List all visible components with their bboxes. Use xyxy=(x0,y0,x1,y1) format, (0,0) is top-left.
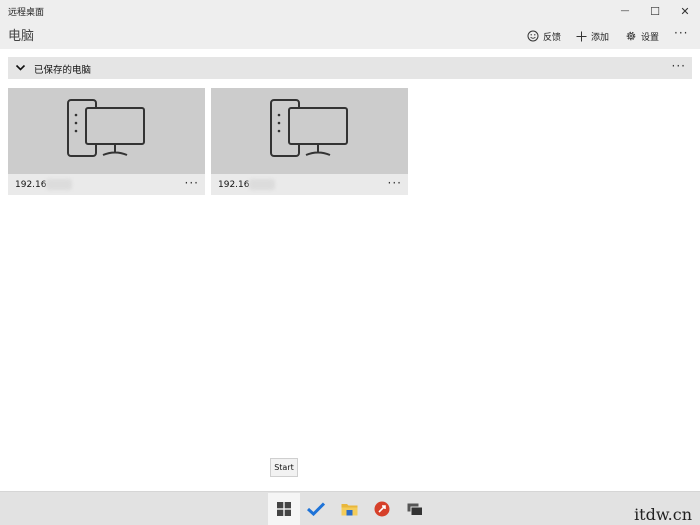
feedback-label: 反馈 xyxy=(543,32,562,43)
redacted-ip-blur xyxy=(249,179,275,190)
feedback-button[interactable]: 反馈 xyxy=(527,28,561,44)
todo-app-button[interactable] xyxy=(300,493,332,525)
close-icon: ✕ xyxy=(680,4,690,18)
pc-ip-label: 192.16 xyxy=(15,180,47,190)
desktop-computer-icon xyxy=(269,99,348,157)
redacted-ip-blur xyxy=(46,179,72,190)
saved-pcs-group-header[interactable]: 已保存的电脑 ··· xyxy=(8,57,692,79)
title-bar: 远程桌面 — ☐ ✕ xyxy=(0,0,700,22)
close-button[interactable]: ✕ xyxy=(670,0,700,22)
settings-button[interactable]: 设置 xyxy=(625,28,659,44)
task-view-button[interactable] xyxy=(399,493,431,525)
group-more-button[interactable]: ··· xyxy=(672,59,686,73)
todo-check-icon xyxy=(307,502,325,516)
header-more-button[interactable]: ··· xyxy=(674,26,688,40)
add-button[interactable]: 添加 xyxy=(576,28,609,44)
settings-label: 设置 xyxy=(641,32,660,43)
minimize-button[interactable]: — xyxy=(610,0,640,22)
windows-start-icon xyxy=(277,502,291,516)
pc-thumbnail xyxy=(211,88,408,174)
start-tooltip: Start xyxy=(270,458,298,477)
smiley-icon xyxy=(527,30,539,42)
tile-more-button[interactable]: ··· xyxy=(185,176,199,190)
maximize-button[interactable]: ☐ xyxy=(640,0,670,22)
page-title: 电脑 xyxy=(8,29,35,44)
remote-desktop-taskbar-button[interactable] xyxy=(366,493,398,525)
taskbar xyxy=(0,491,700,525)
remote-desktop-icon xyxy=(374,501,390,517)
gear-icon xyxy=(626,31,636,41)
watermark-text: itdw.cn xyxy=(634,505,692,524)
saved-pc-tile[interactable]: 192.16 ··· xyxy=(8,88,205,195)
pc-ip-label: 192.16 xyxy=(218,180,250,190)
add-label: 添加 xyxy=(591,32,610,43)
tile-more-button[interactable]: ··· xyxy=(388,176,402,190)
plus-icon xyxy=(576,31,587,41)
app-title: 远程桌面 xyxy=(8,8,45,18)
app-header: 电脑 反馈 添加 设置 ··· xyxy=(0,22,700,49)
desktop-computer-icon xyxy=(66,99,145,157)
start-button[interactable] xyxy=(268,493,300,525)
chevron-down-icon xyxy=(15,64,26,71)
minimize-icon: — xyxy=(620,6,630,16)
file-explorer-button[interactable] xyxy=(333,493,365,525)
maximize-icon: ☐ xyxy=(650,4,660,18)
task-view-icon xyxy=(407,503,423,516)
file-explorer-icon xyxy=(341,504,357,516)
group-label: 已保存的电脑 xyxy=(34,65,92,76)
saved-pc-tile[interactable]: 192.16 ··· xyxy=(211,88,408,195)
pc-thumbnail xyxy=(8,88,205,174)
